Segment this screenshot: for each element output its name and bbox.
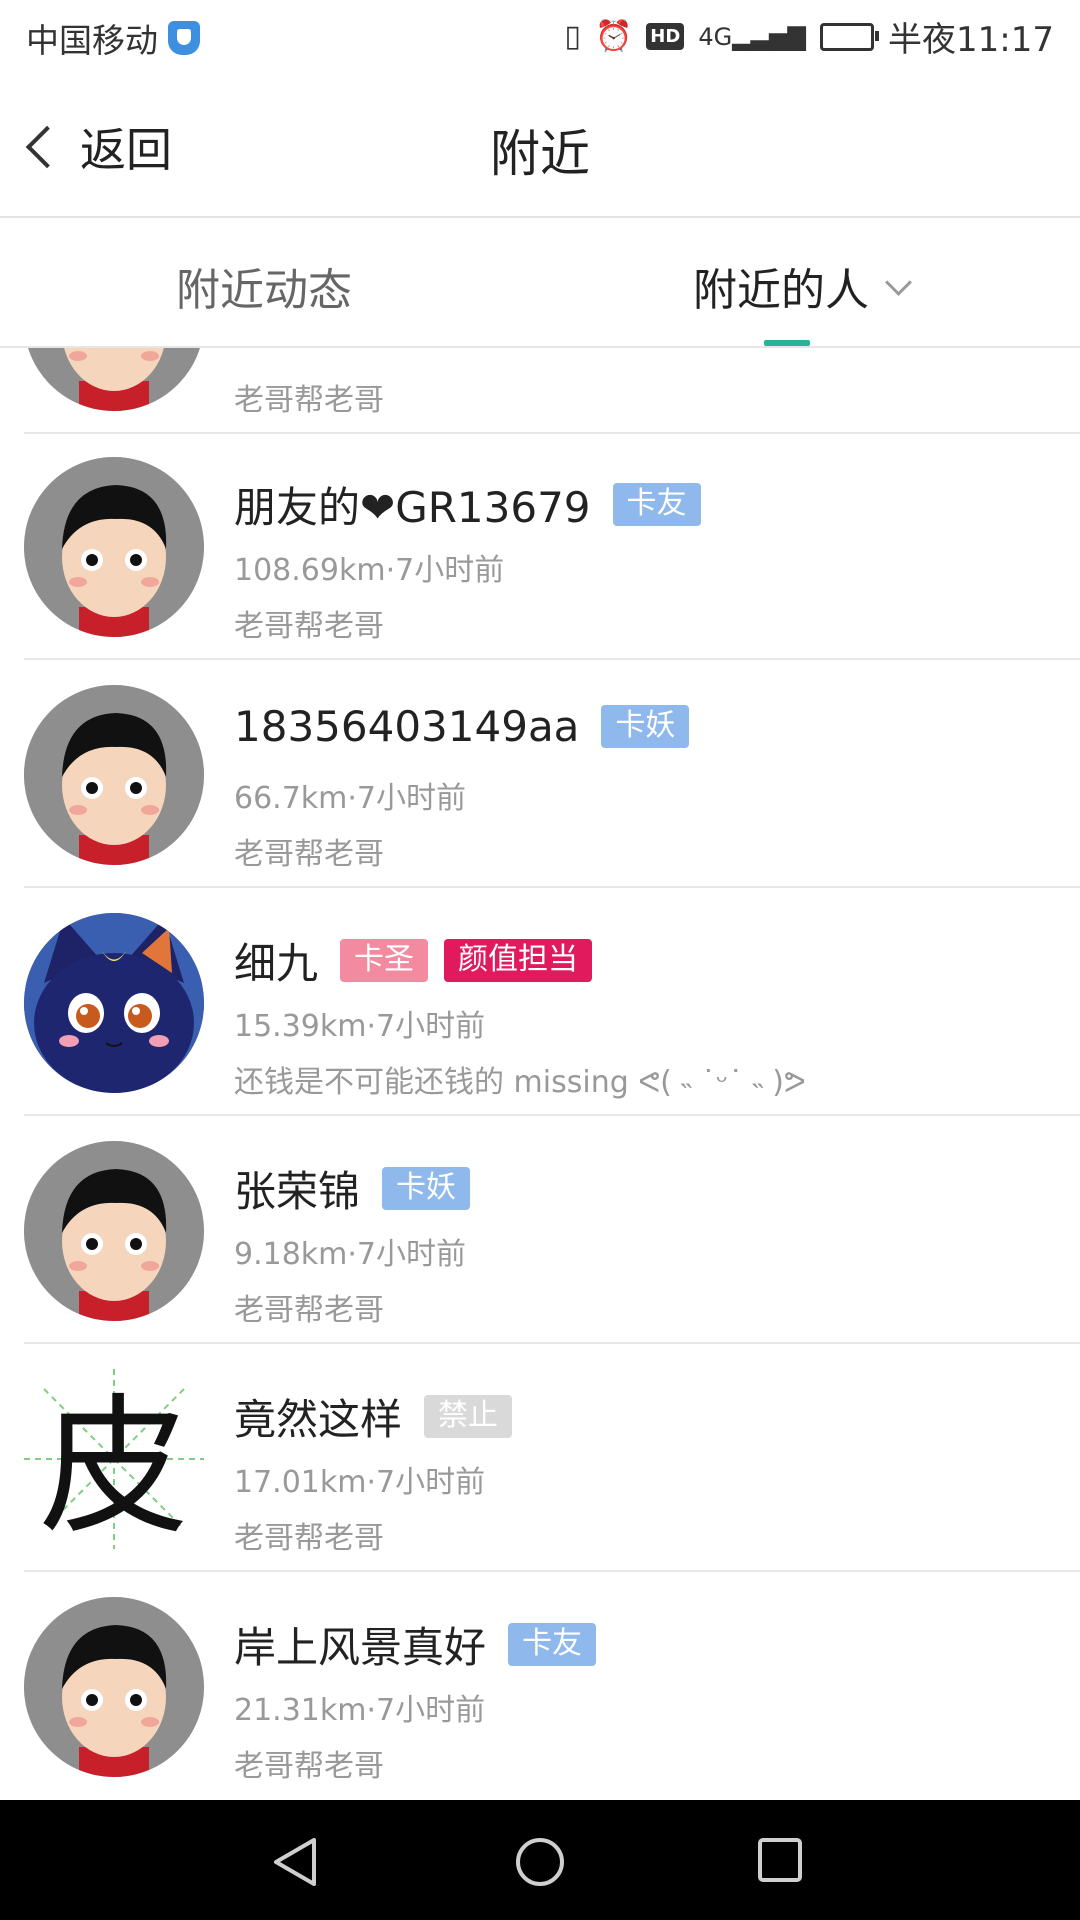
divider xyxy=(24,658,1080,660)
page-title: 附近 xyxy=(490,125,590,183)
system-nav-bar xyxy=(0,1800,1080,1920)
default-avatar-icon xyxy=(24,685,204,865)
default-avatar-icon xyxy=(24,348,204,411)
list-item[interactable]: 皮 竟然这样 禁止 17.01km·7小时前 老哥帮老哥 xyxy=(0,1346,1080,1572)
user-name: 18356403149aa xyxy=(234,702,580,751)
level-badge: 卡圣 xyxy=(340,939,429,982)
cat-avatar-icon xyxy=(24,913,204,1093)
tab-bar: 附近动态 附近的人 xyxy=(0,218,1080,348)
title-badge: 颜值担当 xyxy=(444,939,593,982)
battery-icon xyxy=(820,22,880,51)
tab-label: 附近动态 xyxy=(176,265,352,316)
distance-time: 15.39km·7小时前 xyxy=(234,1009,486,1044)
tab-nearby-people[interactable]: 附近的人 xyxy=(693,254,912,318)
signature: 老哥帮老哥 xyxy=(234,1521,384,1556)
distance-time: 9.18km·7小时前 xyxy=(234,1237,467,1272)
triangle-back-icon[interactable] xyxy=(270,1836,322,1892)
avatar[interactable] xyxy=(24,457,204,637)
name-line: 岸上风景真好 卡友 xyxy=(234,1614,597,1675)
name-line: 细九 卡圣 颜值担当 xyxy=(234,930,593,991)
user-name: 朋友的❤GR13679 xyxy=(234,483,591,532)
level-badge: 卡妖 xyxy=(382,1167,471,1210)
avatar[interactable]: 皮 xyxy=(24,1369,204,1549)
tab-label: 附近的人 xyxy=(693,265,869,316)
square-recent-icon[interactable] xyxy=(756,1836,804,1888)
user-name: 细九 xyxy=(234,939,319,988)
signal-icon: 4G▂▃▅▇ xyxy=(698,22,807,51)
avatar[interactable] xyxy=(24,348,204,411)
alarm-icon: ⏰ xyxy=(594,19,633,54)
name-line: 张荣锦 卡妖 xyxy=(234,1158,471,1219)
signature: 还钱是不可能还钱的 missing ᕙ( ˵ ˙ᵕ˙ ˵ )ᕗ xyxy=(234,1065,806,1100)
user-name: 岸上风景真好 xyxy=(234,1623,487,1672)
avatar[interactable] xyxy=(24,685,204,865)
name-line: 18356403149aa 卡妖 xyxy=(234,702,690,751)
distance-time: 21.31km·7小时前 xyxy=(234,1693,486,1728)
chevron-down-icon[interactable] xyxy=(885,268,912,296)
distance-time: 66.7km·7小时前 xyxy=(234,781,467,816)
circle-home-icon[interactable] xyxy=(514,1836,566,1892)
name-line: 竟然这样 禁止 xyxy=(234,1386,513,1447)
distance-time: 17.01km·7小时前 xyxy=(234,1465,486,1500)
default-avatar-icon xyxy=(24,1141,204,1321)
list-item[interactable]: 18356403149aa 卡妖 66.7km·7小时前 老哥帮老哥 xyxy=(0,662,1080,888)
user-name: 张荣锦 xyxy=(234,1167,361,1216)
status-time: 半夜11:17 xyxy=(888,20,1054,60)
tab-nearby-moments[interactable]: 附近动态 xyxy=(176,254,352,318)
signature: 老哥帮老哥 xyxy=(234,837,384,872)
signature: 老哥帮老哥 xyxy=(234,1293,384,1328)
vibrate-icon: ▯ xyxy=(564,19,581,54)
pi-character: 皮 xyxy=(39,1381,189,1549)
default-avatar-icon xyxy=(24,1597,204,1777)
level-badge: 卡妖 xyxy=(601,705,690,748)
network-type: 4G xyxy=(698,22,733,51)
signature: 老哥帮老哥 xyxy=(234,1749,384,1784)
level-badge: 卡友 xyxy=(612,483,701,526)
divider xyxy=(24,1570,1080,1572)
status-badge: 禁止 xyxy=(424,1395,513,1438)
level-badge: 卡友 xyxy=(508,1623,597,1666)
carrier-label: 中国移动 xyxy=(26,21,158,60)
avatar[interactable] xyxy=(24,1141,204,1321)
status-left: 中国移动 xyxy=(26,14,200,62)
signature: 老哥帮老哥 xyxy=(234,609,384,644)
list-item[interactable]: 老哥帮老哥 xyxy=(0,348,1080,434)
distance-time: 108.69km·7小时前 xyxy=(234,553,505,588)
divider xyxy=(24,1342,1080,1344)
avatar[interactable] xyxy=(24,1597,204,1777)
shield-icon xyxy=(168,21,200,55)
list-item[interactable]: 朋友的❤GR13679 卡友 108.69km·7小时前 老哥帮老哥 xyxy=(0,434,1080,660)
signature: 老哥帮老哥 xyxy=(234,383,384,418)
tab-indicator xyxy=(764,340,810,346)
divider xyxy=(24,1114,1080,1116)
list-item[interactable]: 细九 卡圣 颜值担当 15.39km·7小时前 还钱是不可能还钱的 missin… xyxy=(0,890,1080,1116)
avatar[interactable] xyxy=(24,913,204,1093)
title-bar: 返回 附近 xyxy=(0,74,1080,218)
people-list[interactable]: 老哥帮老哥 朋友的❤GR13679 卡友 108.69km·7小时前 老哥帮老哥 xyxy=(0,348,1080,1800)
status-bar: 中国移动 ▯ ⏰ HD 4G▂▃▅▇ 半夜11:17 xyxy=(0,0,1080,74)
hd-icon: HD xyxy=(646,23,685,50)
divider xyxy=(24,886,1080,888)
list-item[interactable]: 岸上风景真好 卡友 21.31km·7小时前 老哥帮老哥 xyxy=(0,1574,1080,1800)
user-name: 竟然这样 xyxy=(234,1395,403,1444)
status-right: ▯ ⏰ HD 4G▂▃▅▇ 半夜11:17 xyxy=(564,12,1054,61)
character-pi-icon: 皮 xyxy=(24,1369,204,1549)
list-item[interactable]: 张荣锦 卡妖 9.18km·7小时前 老哥帮老哥 xyxy=(0,1118,1080,1344)
default-avatar-icon xyxy=(24,457,204,637)
name-line: 朋友的❤GR13679 卡友 xyxy=(234,474,701,535)
